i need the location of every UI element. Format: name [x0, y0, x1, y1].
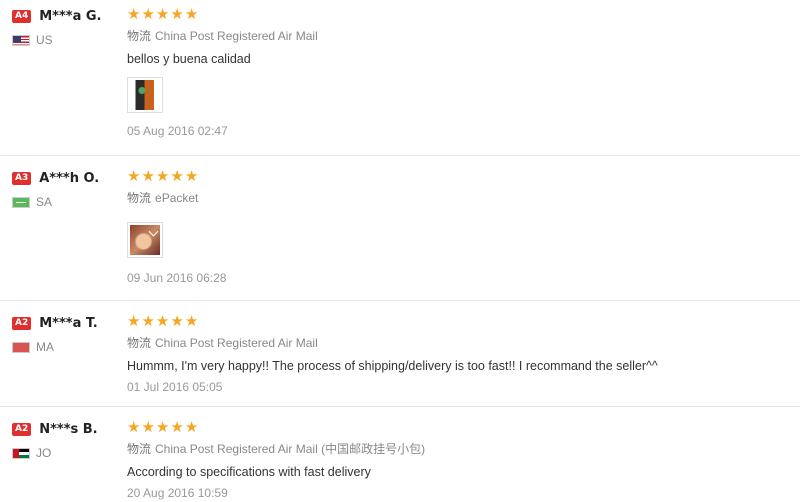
star-icon: ★ [184, 417, 199, 436]
review-item: A2 M***a T. MA ★ ★ ★ ★ ★ 物流 China Post Re… [0, 301, 800, 407]
shipping-method-name: ePacket [155, 191, 199, 205]
buyer-name: N***s B. [39, 421, 98, 437]
buyer-country: SA [36, 195, 53, 209]
buyer-info: A3 A***h O. SA [12, 170, 112, 209]
review-date: 01 Jul 2016 05:05 [127, 380, 223, 394]
buyer-level-badge: A4 [12, 9, 32, 23]
buyer-level-badge: A3 [12, 171, 32, 185]
buyer-level-badge: A2 [12, 422, 32, 436]
buyer-country: MA [36, 340, 54, 354]
star-rating: ★ ★ ★ ★ ★ [127, 419, 787, 435]
star-icon: ★ [141, 311, 155, 330]
review-date: 05 Aug 2016 02:47 [127, 124, 228, 138]
review-content: ★ ★ ★ ★ ★ 物流 ePacket 09 Jun 2016 06:28 [127, 168, 787, 286]
star-icon: ★ [155, 417, 170, 436]
star-icon: ★ [184, 311, 199, 330]
review-comment: bellos y buena calidad [127, 52, 251, 66]
feedback-list: A4 M***a G. US ★ ★ ★ ★ ★ 物流 China Post Re… [0, 0, 800, 502]
review-comment: According to specifications with fast de… [127, 465, 371, 479]
review-content: ★ ★ ★ ★ ★ 物流 China Post Registered Air Ma… [127, 6, 787, 139]
review-date: 09 Jun 2016 06:28 [127, 271, 227, 285]
sa-flag-icon [12, 196, 30, 208]
star-icon: ★ [127, 417, 141, 436]
buyer-country: JO [36, 446, 52, 460]
buyer-name: A***h O. [39, 170, 100, 186]
shipping-method-name: China Post Registered Air Mail [155, 442, 318, 456]
star-icon: ★ [170, 166, 184, 185]
review-comment: Hummm, I'm very happy!! The process of s… [127, 359, 658, 373]
star-icon: ★ [141, 166, 155, 185]
review-item: A2 N***s B. JO ★ ★ ★ ★ ★ 物流 China Post Re… [0, 407, 800, 502]
buyer-info: A2 M***a T. MA [12, 315, 112, 354]
phone-case-image [130, 225, 160, 255]
star-rating: ★ ★ ★ ★ ★ [127, 6, 787, 22]
buyer-country: US [36, 33, 53, 47]
star-icon: ★ [155, 311, 170, 330]
buyer-name: M***a T. [39, 315, 98, 331]
star-icon: ★ [184, 4, 199, 23]
logistics-label: 物流 [127, 442, 152, 456]
star-icon: ★ [170, 4, 184, 23]
logistics-label: 物流 [127, 336, 152, 350]
star-rating: ★ ★ ★ ★ ★ [127, 168, 787, 184]
shipping-method: 物流 China Post Registered Air Mail [127, 28, 787, 44]
star-icon: ★ [127, 166, 141, 185]
ma-flag-icon [12, 341, 30, 353]
review-content: ★ ★ ★ ★ ★ 物流 China Post Registered Air Ma… [127, 313, 787, 395]
star-icon: ★ [170, 417, 184, 436]
buyer-info: A2 N***s B. JO [12, 421, 112, 460]
review-item: A4 M***a G. US ★ ★ ★ ★ ★ 物流 China Post Re… [0, 0, 800, 156]
star-icon: ★ [141, 417, 155, 436]
buyer-name: M***a G. [39, 8, 102, 24]
logistics-label: 物流 [127, 191, 152, 205]
logistics-label: 物流 [127, 29, 152, 43]
star-icon: ★ [155, 4, 170, 23]
buyer-info: A4 M***a G. US [12, 8, 112, 47]
review-content: ★ ★ ★ ★ ★ 物流 China Post Registered Air Ma… [127, 419, 787, 501]
shipping-method-name: China Post Registered Air Mail [155, 29, 318, 43]
us-flag-icon [12, 34, 30, 46]
review-item: A3 A***h O. SA ★ ★ ★ ★ ★ 物流ePacket 09 J [0, 156, 800, 301]
shipping-method-name: China Post Registered Air Mail [155, 336, 318, 350]
review-photo-thumbnail[interactable] [127, 222, 163, 258]
shipping-method-chinese: (中国邮政挂号小包) [321, 442, 426, 456]
star-icon: ★ [141, 4, 155, 23]
shipping-method: 物流 China Post Registered Air Mail [127, 335, 787, 351]
buyer-level-badge: A2 [12, 316, 32, 330]
star-icon: ★ [155, 166, 170, 185]
star-rating: ★ ★ ★ ★ ★ [127, 313, 787, 329]
star-icon: ★ [127, 311, 141, 330]
shipping-method: 物流 China Post Registered Air Mail (中国邮政挂号… [127, 441, 787, 457]
star-icon: ★ [170, 311, 184, 330]
phone-case-image [130, 80, 160, 110]
shipping-method: 物流 ePacket [127, 190, 787, 206]
review-photo-thumbnail[interactable] [127, 77, 163, 113]
review-date: 20 Aug 2016 10:59 [127, 486, 228, 500]
star-icon: ★ [127, 4, 141, 23]
jo-flag-icon [12, 447, 30, 459]
star-icon: ★ [184, 166, 199, 185]
